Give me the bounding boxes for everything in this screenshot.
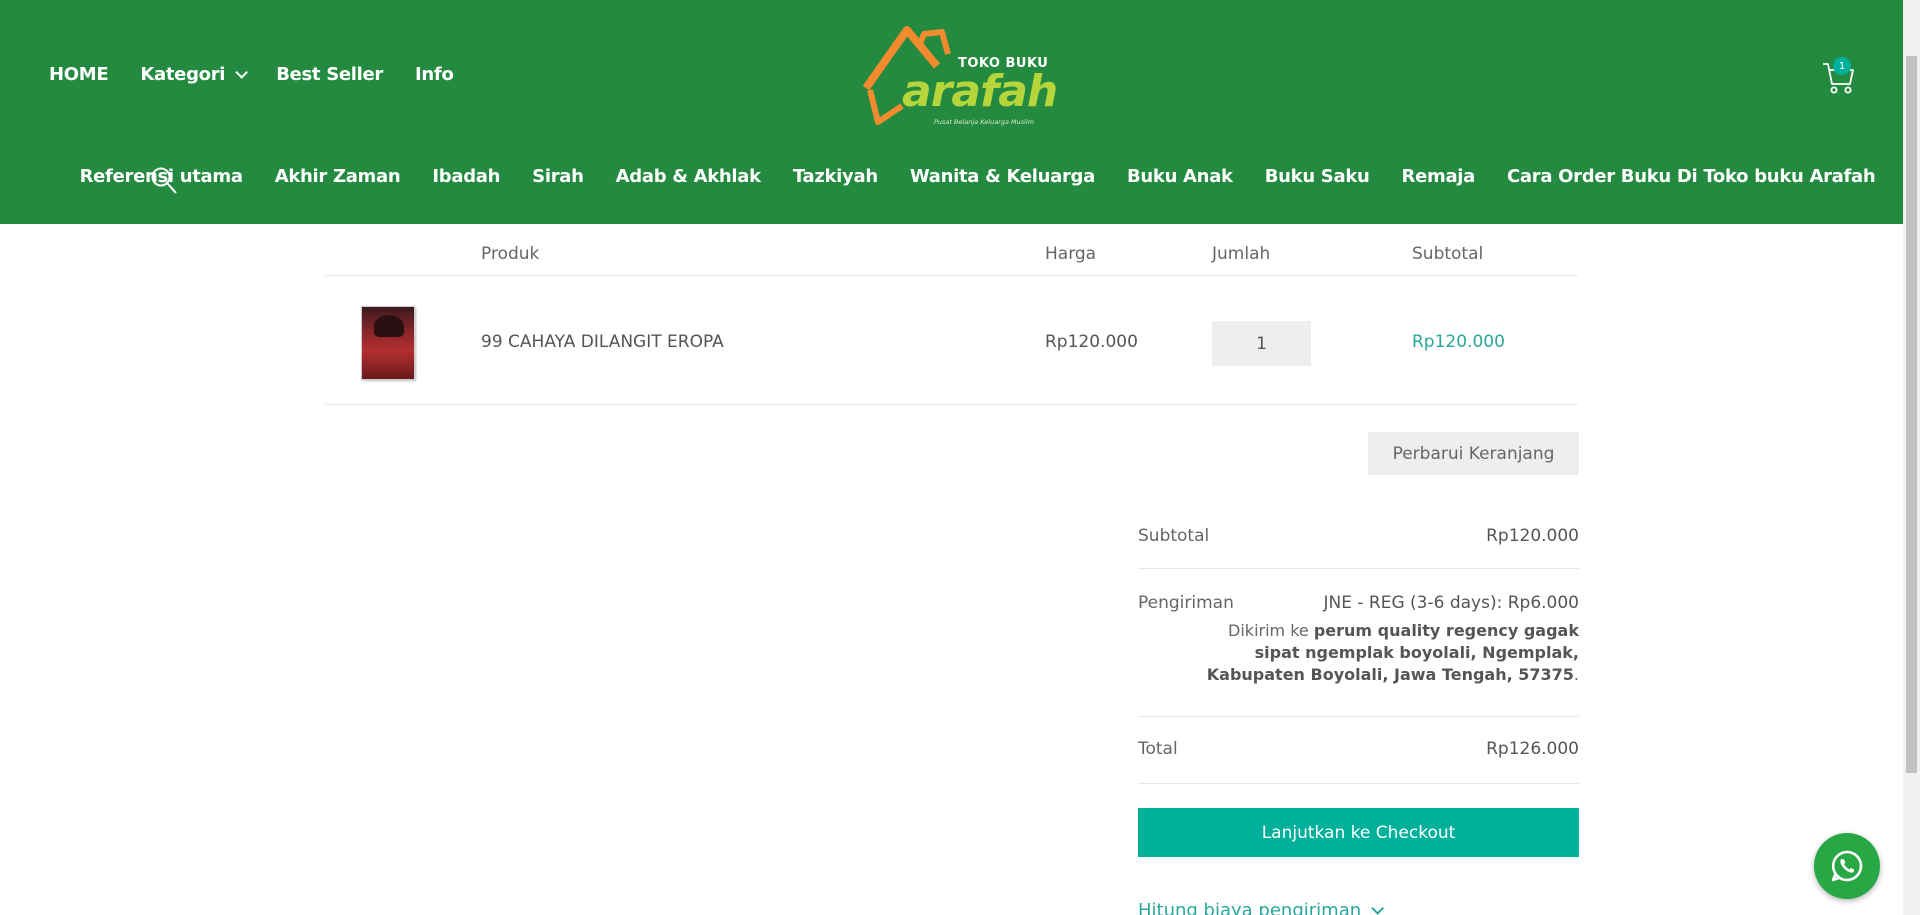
cart-table-header: Produk Harga Jumlah Subtotal [325,230,1578,276]
scrollbar-thumb[interactable] [1906,56,1917,773]
header-price: Harga [1045,244,1097,264]
category-referensi-utama[interactable]: Referensi utama [80,166,243,187]
nav-best-seller[interactable]: Best Seller [276,64,383,85]
shipping-label: Pengiriman [1138,593,1234,613]
top-navigation: HOME Kategori Best Seller Info [49,64,454,85]
product-thumbnail[interactable] [361,306,415,380]
category-wanita-keluarga[interactable]: Wanita & Keluarga [910,166,1095,187]
site-logo[interactable]: TOKO BUKU arafah Pusat Belanja Keluarga … [862,26,1058,134]
cart-totals: Subtotal Rp120.000 Pengiriman JNE - REG … [1138,508,1579,784]
product-price: Rp120.000 [1045,332,1138,352]
category-cara-order[interactable]: Cara Order Buku Di Toko buku Arafah [1507,166,1876,187]
calculate-shipping-link[interactable]: Hitung biaya pengiriman [1138,900,1385,915]
category-buku-anak[interactable]: Buku Anak [1127,166,1233,187]
total-label: Total [1138,739,1178,759]
site-header: HOME Kategori Best Seller Info TOKO BUKU… [0,0,1903,224]
nav-home[interactable]: HOME [49,64,109,85]
chevron-down-icon [235,66,249,79]
nav-kategori[interactable]: Kategori [140,64,249,85]
category-sirah[interactable]: Sirah [532,166,584,187]
shipping-row: Pengiriman JNE - REG (3-6 days): Rp6.000… [1138,569,1579,717]
subtotal-value: Rp120.000 [1486,526,1579,546]
product-subtotal: Rp120.000 [1412,332,1505,352]
ship-to-suffix: . [1573,665,1579,684]
nav-kategori-label: Kategori [140,64,226,85]
category-ibadah[interactable]: Ibadah [432,166,500,187]
header-qty: Jumlah [1212,244,1271,264]
chevron-down-icon [1371,902,1385,915]
checkout-button[interactable]: Lanjutkan ke Checkout [1138,808,1579,857]
nav-info[interactable]: Info [415,64,454,85]
header-subtotal: Subtotal [1412,244,1484,264]
total-row: Total Rp126.000 [1138,717,1579,784]
table-row: 99 CAHAYA DILANGIT EROPA Rp120.000 Rp120… [325,276,1578,405]
subtotal-label: Subtotal [1138,526,1210,546]
category-tazkiyah[interactable]: Tazkiyah [793,166,878,187]
product-name-link[interactable]: 99 CAHAYA DILANGIT EROPA [481,332,724,352]
logo-wordmark: arafah [902,66,1058,117]
category-navigation: Referensi utama Akhir Zaman Ibadah Sirah… [0,166,1903,187]
quantity-input[interactable] [1212,321,1311,366]
calculate-shipping-label: Hitung biaya pengiriman [1138,900,1362,915]
category-remaja[interactable]: Remaja [1402,166,1476,187]
category-buku-saku[interactable]: Buku Saku [1265,166,1370,187]
category-akhir-zaman[interactable]: Akhir Zaman [275,166,401,187]
whatsapp-chat-button[interactable] [1814,833,1880,899]
logo-tagline: Pusat Belanja Keluarga Muslim [934,118,1035,126]
shipping-address: Dikirim ke perum quality regency gagak s… [1199,620,1579,686]
ship-to-prefix: Dikirim ke [1228,621,1309,640]
whatsapp-icon [1831,850,1863,882]
update-cart-button[interactable]: Perbarui Keranjang [1368,432,1579,475]
shipping-method: JNE - REG (3-6 days): Rp6.000 [1323,593,1579,613]
total-value: Rp126.000 [1486,739,1579,759]
subtotal-row: Subtotal Rp120.000 [1138,508,1579,569]
category-adab-akhlak[interactable]: Adab & Akhlak [616,166,761,187]
cart-count-badge: 1 [1833,57,1851,75]
header-product: Produk [481,244,540,264]
